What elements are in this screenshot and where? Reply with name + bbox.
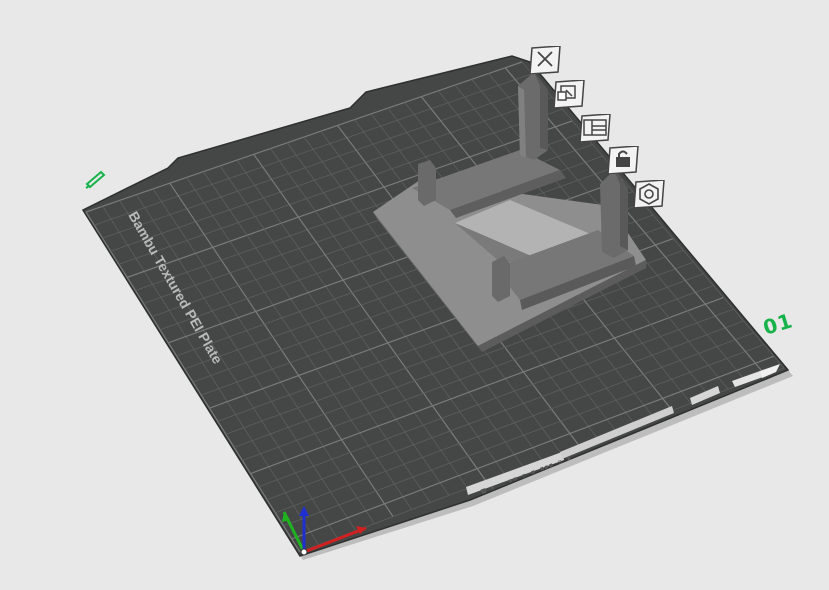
- layout-icon: [579, 113, 611, 143]
- arrange-icon: [553, 79, 585, 109]
- pencil-icon[interactable]: [83, 164, 109, 190]
- delete-plate-button[interactable]: [528, 45, 562, 75]
- plate-settings-button[interactable]: [632, 179, 666, 209]
- lock-plate-button[interactable]: [606, 145, 640, 175]
- 3d-viewport[interactable]: Bambu Textured PEI Plate ■ ▪ ▫ ▪▪ ▫ ▪ ▪▪…: [0, 0, 829, 586]
- hexagon-gear-icon: [633, 179, 665, 209]
- build-plate-scene[interactable]: Bambu Textured PEI Plate ■ ▪ ▫ ▪▪ ▫ ▪ ▪▪…: [0, 0, 829, 586]
- orient-plate-button[interactable]: [578, 113, 612, 143]
- arrange-plate-button[interactable]: [552, 79, 586, 109]
- lock-icon: [607, 145, 639, 175]
- close-icon: [529, 45, 561, 75]
